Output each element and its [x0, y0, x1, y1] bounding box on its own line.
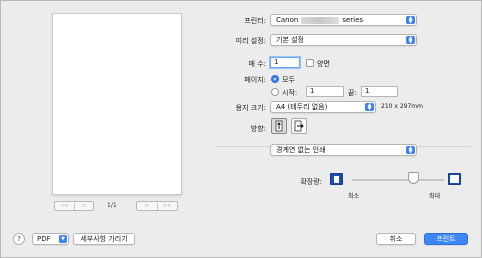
pages-from-label: 시작: — [282, 89, 298, 97]
extension-slider-track[interactable] — [352, 179, 444, 181]
printer-name-suffix: series — [342, 16, 364, 24]
chevron-down-icon: ▼ — [59, 235, 67, 243]
paper-size-label: 용지 크기: — [235, 104, 266, 112]
presets-popup[interactable]: 기본 설정 ▲ ▼ — [270, 34, 417, 46]
duplex-label: 양면 — [317, 60, 330, 68]
duplex-checkbox[interactable] — [306, 59, 314, 67]
extension-slider-knob[interactable] — [408, 172, 420, 184]
pages-to-input[interactable]: 1 — [361, 86, 398, 97]
print-button[interactable]: 프린트 — [424, 233, 468, 245]
next-page-button[interactable]: > — [137, 202, 157, 210]
extension-min-label: 최소 — [348, 193, 360, 200]
printer-popup[interactable]: Canon series ▲ ▼ — [270, 14, 417, 26]
preview-pager: << < 1/1 > >> — [51, 201, 183, 211]
print-dialog: << < 1/1 > >> 프린터: Canon series ▲ ▼ 미리 설정:… — [0, 0, 482, 258]
pages-label: 페이지: — [244, 76, 266, 84]
portrait-orientation-icon — [275, 120, 283, 132]
pages-to-label-text: 끝: — [348, 89, 357, 97]
pager-forward-group: > >> — [136, 201, 178, 211]
pages-all-radio[interactable] — [271, 75, 279, 83]
page-preview — [52, 13, 182, 195]
up-down-chevron-icon: ▲ ▼ — [365, 103, 374, 112]
extension-max-label: 최대 — [429, 193, 441, 200]
up-down-chevron-icon: ▲ ▼ — [406, 16, 415, 25]
pages-from-input[interactable]: 1 — [306, 86, 344, 97]
presets-value: 기본 설정 — [276, 36, 304, 44]
scale-minimum-icon — [330, 173, 343, 185]
first-page-button[interactable]: << — [55, 202, 74, 210]
presets-label: 미리 설정: — [235, 37, 266, 45]
hide-details-button[interactable]: 세부사항 가리기 — [73, 233, 135, 245]
paper-size-dimensions: 210 x 297mm — [381, 103, 423, 110]
section-popup-value: 경계연 없는 인쇄 — [276, 146, 326, 154]
up-down-chevron-icon: ▲ ▼ — [406, 146, 415, 155]
pages-all-label: 모두 — [282, 76, 295, 84]
help-button[interactable]: ? — [13, 233, 25, 245]
prev-page-button[interactable]: < — [73, 202, 94, 210]
printer-label: 프린터: — [244, 17, 266, 25]
paper-size-popup[interactable]: A4 (테두리 없음) ▲ ▼ — [270, 101, 376, 113]
scale-maximum-icon — [448, 173, 461, 185]
pdf-label: PDF — [37, 235, 51, 243]
cancel-button[interactable]: 취소 — [376, 233, 416, 245]
portrait-button[interactable] — [271, 118, 287, 134]
extension-label: 확장량: — [300, 178, 322, 186]
copies-label: 매 수: — [248, 60, 266, 68]
pages-range-radio[interactable] — [271, 88, 279, 96]
pdf-menu-button[interactable]: PDF ▼ — [32, 233, 69, 245]
up-down-chevron-icon: ▲ ▼ — [406, 36, 415, 45]
printer-name-prefix: Canon — [276, 16, 299, 24]
landscape-button[interactable] — [291, 118, 307, 134]
section-popup[interactable]: 경계연 없는 인쇄 ▲ ▼ — [270, 144, 417, 156]
last-page-button[interactable]: >> — [156, 202, 178, 210]
landscape-orientation-icon — [294, 120, 304, 132]
copies-input[interactable]: 1 — [270, 57, 300, 68]
orientation-label: 방향: — [250, 125, 266, 133]
pager-back-group: << < — [54, 201, 94, 211]
page-indicator: 1/1 — [107, 202, 117, 209]
redacted-model-blur — [301, 16, 340, 24]
paper-size-value: A4 (테두리 없음) — [276, 103, 328, 111]
